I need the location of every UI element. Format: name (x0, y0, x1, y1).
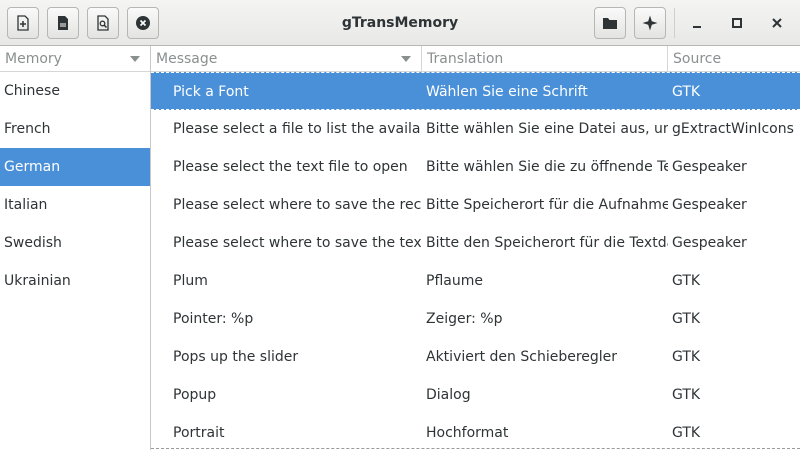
maximize-button[interactable] (721, 7, 753, 39)
message-column-label: Message (156, 51, 218, 67)
table-row[interactable]: Please select where to save the record B… (151, 186, 800, 224)
header-bar: gTransMemory (0, 0, 800, 46)
focus-outline (151, 448, 800, 449)
message-cell: Pops up the slider (173, 349, 299, 365)
source-cell: GTK (672, 425, 701, 441)
message-cell: Please select where to save the text fi (173, 235, 421, 251)
message-cell: Please select a file to list the availab… (173, 121, 421, 137)
source-cell: Gespeaker (672, 197, 747, 213)
source-cell: Gespeaker (672, 235, 747, 251)
menu-button[interactable] (634, 7, 666, 39)
translation-cell: Dialog (426, 387, 471, 403)
source-cell: gExtractWinIcons (672, 121, 794, 137)
table-row[interactable]: Pops up the slider Aktiviert den Schiebe… (151, 338, 800, 376)
translation-cell: Pflaume (426, 273, 483, 289)
minimize-icon (693, 26, 701, 28)
minimize-button[interactable] (681, 7, 713, 39)
memory-list: Chinese French German Italian Swedish Uk… (0, 72, 150, 300)
translation-cell: Bitte wählen Sie eine Datei aus, um d (426, 121, 668, 137)
translation-cell: Bitte wählen Sie die zu öffnende Text (426, 159, 668, 175)
table-body: Pick a Font Wählen Sie eine Schrift GTK … (151, 72, 800, 450)
preview-button[interactable] (87, 7, 119, 39)
memory-item-french[interactable]: French (0, 110, 150, 148)
message-column-header[interactable]: Message (151, 46, 421, 72)
remove-button[interactable] (127, 7, 159, 39)
translation-cell: Bitte Speicherort für die Aufnahme au (426, 197, 668, 213)
message-cell: Please select the text file to open (173, 159, 408, 175)
translations-table: Message Translation Source Pick a Font W… (151, 46, 800, 450)
source-cell: GTK (672, 349, 701, 365)
close-button[interactable] (761, 7, 793, 39)
folder-button[interactable] (594, 7, 626, 39)
translation-column-label: Translation (427, 51, 504, 67)
header-separator (674, 8, 675, 38)
memory-pane: Memory Chinese French German Italian Swe… (0, 46, 151, 450)
dropdown-arrow-icon (130, 56, 140, 62)
table-row[interactable]: Please select the text file to open Bitt… (151, 148, 800, 186)
source-column-header[interactable]: Source (668, 46, 800, 72)
table-row[interactable]: Pointer: %p Zeiger: %p GTK (151, 300, 800, 338)
translation-cell: Bitte den Speicherort für die Textdate (426, 235, 668, 251)
document-preview-icon (97, 15, 109, 31)
memory-column-label: Memory (5, 51, 62, 67)
memory-item-ukrainian[interactable]: Ukrainian (0, 262, 150, 300)
source-column-label: Source (673, 51, 722, 67)
open-file-icon (58, 16, 68, 30)
maximize-icon (732, 18, 742, 28)
source-cell: GTK (672, 387, 701, 403)
table-row[interactable]: Plum Pflaume GTK (151, 262, 800, 300)
table-row[interactable]: Please select a file to list the availab… (151, 110, 800, 148)
message-cell: Please select where to save the record (173, 197, 421, 213)
table-row[interactable]: Pick a Font Wählen Sie eine Schrift GTK (151, 72, 800, 110)
message-cell: Pointer: %p (173, 311, 254, 327)
memory-column-header[interactable]: Memory (0, 46, 150, 72)
new-file-icon (17, 15, 29, 31)
table-row[interactable]: Portrait Hochformat GTK (151, 414, 800, 450)
source-cell: Gespeaker (672, 159, 747, 175)
message-cell: Portrait (173, 425, 225, 441)
message-cell: Plum (173, 273, 208, 289)
memory-item-chinese[interactable]: Chinese (0, 72, 150, 110)
table-row[interactable]: Please select where to save the text fi … (151, 224, 800, 262)
sort-arrow-icon (401, 56, 411, 62)
folder-icon (603, 18, 617, 29)
window-title: gTransMemory (341, 15, 459, 31)
close-icon (772, 18, 782, 28)
memory-item-swedish[interactable]: Swedish (0, 224, 150, 262)
translation-cell: Wählen Sie eine Schrift (426, 84, 588, 100)
source-cell: GTK (672, 273, 701, 289)
remove-circle-icon (136, 16, 150, 30)
table-row[interactable]: Popup Dialog GTK (151, 376, 800, 414)
open-button[interactable] (47, 7, 79, 39)
source-cell: GTK (672, 84, 701, 100)
source-cell: GTK (672, 311, 701, 327)
new-button[interactable] (7, 7, 39, 39)
translation-cell: Hochformat (426, 425, 509, 441)
memory-item-german[interactable]: German (0, 148, 150, 186)
message-cell: Popup (173, 387, 217, 403)
translation-column-header[interactable]: Translation (422, 46, 667, 72)
translation-cell: Aktiviert den Schieberegler (426, 349, 618, 365)
message-cell: Pick a Font (173, 84, 249, 100)
memory-item-italian[interactable]: Italian (0, 186, 150, 224)
translation-cell: Zeiger: %p (426, 311, 503, 327)
star-menu-icon (642, 15, 658, 31)
